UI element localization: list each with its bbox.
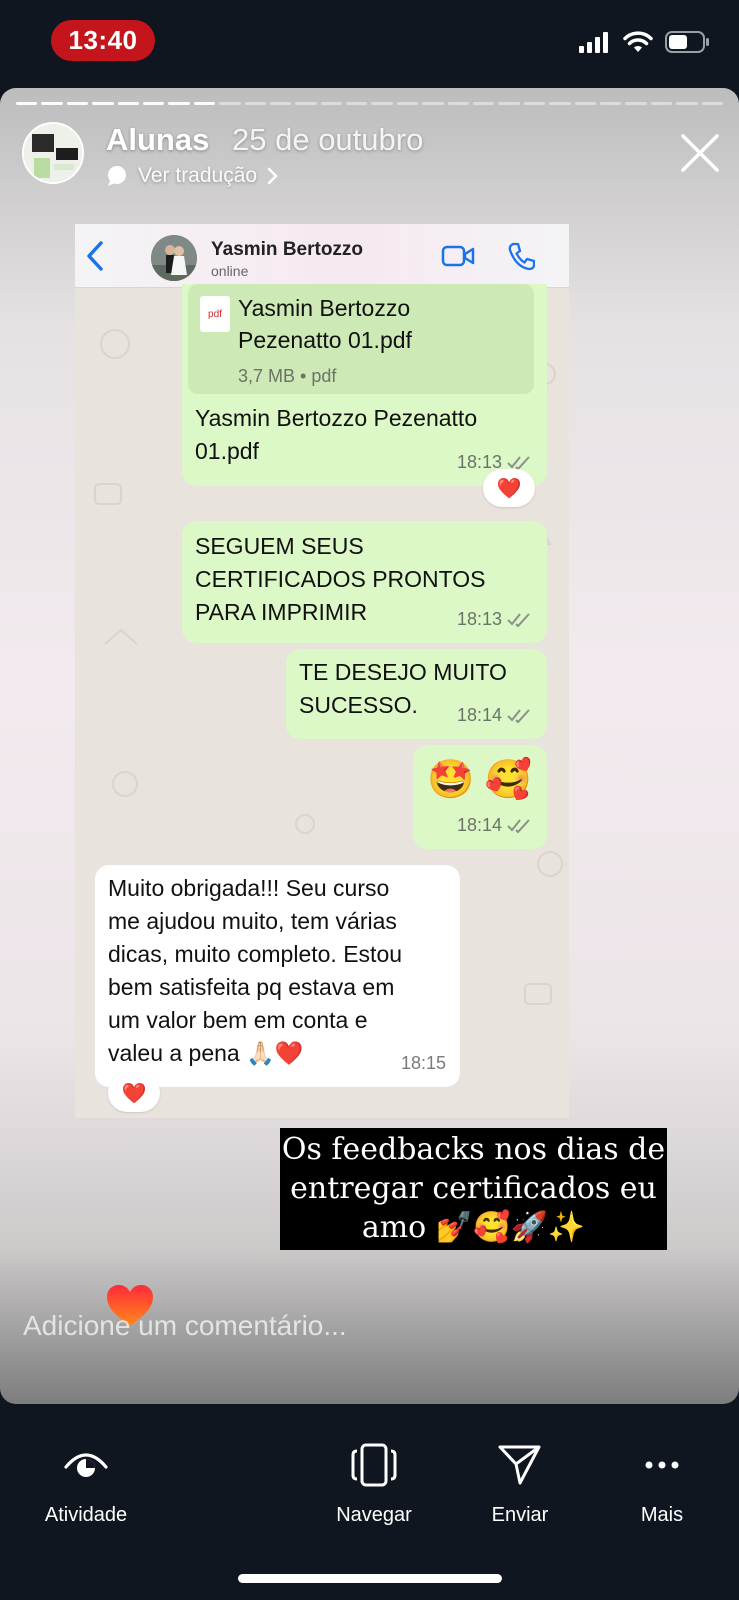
chevron-right-icon [267,167,278,185]
home-indicator [238,1574,502,1583]
progress-segment [549,102,571,105]
pdf-file-icon: pdf [200,296,230,332]
contact-avatar[interactable] [151,235,197,281]
message-meta: 18:15 [401,1047,446,1080]
progress-segment [16,102,38,105]
progress-segment [193,102,216,105]
message-time: 18:15 [400,1053,446,1073]
progress-segment [676,102,698,105]
message-reaction[interactable]: ❤️ [108,1074,160,1112]
contact-name[interactable]: Yasmin Bertozzo [211,239,363,261]
emoji-message: 🤩 🥰 [427,759,533,801]
message-bubble-outgoing[interactable]: pdf Yasmin Bertozzo Pezenatto 01.pdf 3,7… [182,284,547,486]
attachment-file-name: Yasmin Bertozzo Pezenatto 01.pdf [238,295,412,353]
activity-button[interactable]: Atividade [36,1440,136,1527]
story-header: Alunas 25 de outubro Ver tradução [22,122,722,187]
progress-segment [371,102,393,105]
double-check-icon [507,612,530,627]
progress-segment [625,102,647,105]
message-bubble-outgoing[interactable]: 🤩 🥰 18:14 [413,745,547,849]
chat-header: Yasmin Bertozzo online [75,224,569,288]
message-bubble-incoming[interactable]: Muito obrigada!!! Seu curso me ajudou mu… [95,865,460,1087]
progress-segment [142,102,165,105]
clock: 13:40 [51,20,155,61]
back-arrow-icon[interactable] [85,240,107,272]
send-button[interactable]: Enviar [474,1440,566,1527]
see-translation-label: Ver tradução [138,164,258,187]
battery-icon [665,31,709,53]
video-call-icon[interactable] [441,244,475,268]
progress-segment [66,102,89,105]
contact-status: online [211,263,249,279]
story-viewer[interactable]: Alunas 25 de outubro Ver tradução Yasmin… [0,88,739,1404]
message-meta: 18:14 [457,699,533,732]
progress-segment [599,102,622,105]
message-reaction[interactable]: ❤️ [483,469,535,507]
message-bubble-outgoing[interactable]: TE DESEJO MUITO SUCESSO. 18:14 [286,649,547,739]
more-icon [645,1461,679,1469]
more-button[interactable]: Mais [622,1440,702,1527]
story-date: 25 de outubro [232,122,424,157]
highlight-avatar[interactable] [22,122,84,184]
cellular-signal-icon [579,32,608,53]
message-text: SEGUEM SEUS CERTIFICADOS PRONTOS PARA IM… [195,533,486,625]
wifi-icon [623,31,653,52]
browse-button[interactable]: Navegar [322,1440,426,1527]
caption-text: Os feedbacks nos dias de entregar certif… [281,1132,666,1245]
message-meta: 18:13 [457,603,533,636]
story-username[interactable]: Alunas [106,122,209,158]
progress-segment [523,102,546,105]
message-bubble-outgoing[interactable]: SEGUEM SEUS CERTIFICADOS PRONTOS PARA IM… [182,521,547,643]
double-check-icon [507,818,530,833]
more-label: Mais [640,1504,684,1526]
message-time: 18:14 [456,815,502,835]
progress-segment [346,102,368,105]
progress-segment [92,102,114,105]
story-progress-bar [16,102,723,105]
progress-segment [447,102,470,105]
speech-bubble-icon [108,166,126,186]
pdf-attachment[interactable]: pdf Yasmin Bertozzo Pezenatto 01.pdf 3,7… [188,284,534,394]
message-time: 18:14 [456,705,502,725]
activity-label: Atividade [44,1504,128,1526]
system-icons [579,30,711,54]
progress-segment [396,102,419,105]
double-check-icon [507,708,530,723]
progress-segment [168,102,190,105]
progress-segment [269,102,292,105]
bottom-toolbar: Atividade Navegar Enviar Mais [0,1404,739,1600]
progress-segment [574,102,596,105]
phone-call-icon[interactable] [507,241,535,271]
story-caption: Os feedbacks nos dias de entregar certif… [280,1128,667,1250]
status-bar: 13:40 [0,0,739,88]
close-icon[interactable] [679,132,721,174]
progress-segment [295,102,317,105]
browse-label: Navegar [336,1504,412,1526]
message-text: Yasmin Bertozzo Pezenatto 01.pdf [195,405,478,464]
message-text: Muito obrigada!!! Seu curso me ajudou mu… [108,875,403,1066]
progress-segment [244,102,266,105]
message-time: 18:13 [456,609,502,629]
progress-segment [422,102,444,105]
send-label: Enviar [491,1504,549,1526]
browse-icon [351,1443,397,1487]
progress-segment [117,102,139,105]
attachment-file-info: 3,7 MB • pdf [238,366,337,386]
progress-segment [498,102,520,105]
progress-segment [219,102,241,105]
progress-segment [701,102,723,105]
progress-segment [320,102,343,105]
progress-segment [650,102,673,105]
whatsapp-screenshot: Yasmin Bertozzo online pdf Yasmin Bertoz… [75,224,569,1118]
send-icon [498,1445,541,1485]
activity-eye-icon [64,1453,108,1477]
comment-input[interactable]: Adicione um comentário... [23,1310,347,1342]
message-meta: 18:14 [457,809,533,842]
progress-segment [41,102,63,105]
progress-segment [473,102,495,105]
see-translation-link[interactable]: Ver tradução [106,164,279,188]
